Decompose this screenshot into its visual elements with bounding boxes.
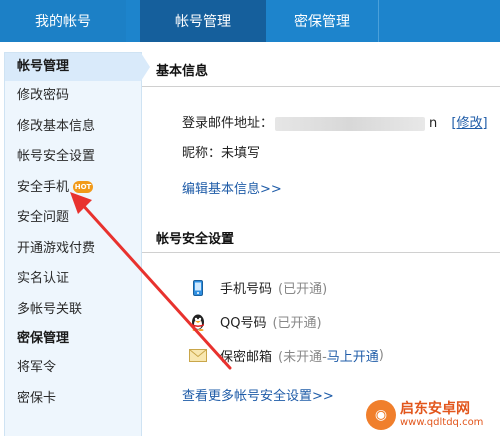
security-row-label: 手机号码: [220, 282, 273, 297]
security-row-label: QQ号码: [220, 316, 267, 331]
watermark-logo-icon: ◉: [366, 399, 396, 430]
sidebar-item-security-card[interactable]: 密保卡: [5, 384, 141, 415]
watermark-title: 启东安卓网: [400, 400, 470, 417]
sidebar-section-account-management[interactable]: 帐号管理: [5, 53, 150, 81]
watermark-url: www.qdltdq.com: [400, 416, 484, 428]
qq-penguin-icon: [188, 313, 208, 331]
email-label: 登录邮件地址：: [182, 116, 274, 131]
sidebar-item-enable-game-payment[interactable]: 开通游戏付费: [5, 234, 141, 265]
watermark: ◉ 启东安卓网 www.qdltdq.com: [366, 393, 500, 436]
sidebar-item-real-name-auth[interactable]: 实名认证: [5, 264, 141, 295]
security-row-email: 保密邮箱 (未开通- 马上开通): [188, 346, 384, 365]
nickname-row: 昵称：未填写: [182, 146, 261, 161]
section-divider: [142, 86, 500, 87]
sidebar-item-token[interactable]: 将军令: [5, 353, 141, 384]
basic-info-title: 基本信息: [156, 64, 209, 79]
security-row-label: 保密邮箱: [220, 350, 273, 365]
security-row-qq: QQ号码 (已开通): [188, 312, 322, 331]
sidebar-item-multi-account-link[interactable]: 多帐号关联: [5, 295, 141, 326]
security-row-status-prefix: (未开通-: [278, 350, 327, 365]
security-row-status: (已开通): [278, 282, 328, 297]
sidebar-item-security-question[interactable]: 安全问题: [5, 203, 141, 234]
sidebar-section-security-management[interactable]: 密保管理: [5, 325, 141, 353]
security-row-status-suffix: ): [378, 348, 384, 363]
masked-email-value: [275, 116, 426, 131]
sidebar-item-edit-basic-info[interactable]: 修改基本信息: [5, 112, 141, 143]
mobile-phone-icon: [188, 279, 208, 297]
account-security-title: 帐号安全设置: [156, 232, 235, 247]
sidebar-item-change-password[interactable]: 修改密码: [5, 81, 141, 112]
sidebar-item-security-phone[interactable]: 安全手机 HOT: [5, 173, 141, 204]
main-content: 基本信息 登录邮件地址： n [修改] 昵称：未填写 编辑基本信息>> 帐号安全设…: [142, 52, 500, 436]
security-row-phone: 手机号码 (已开通): [188, 278, 327, 297]
sidebar-item-account-security[interactable]: 帐号安全设置: [5, 142, 141, 173]
email-tail: n: [429, 116, 438, 131]
sidebar-item-label: 安全手机: [17, 179, 70, 195]
top-navigation: 我的帐号 帐号管理 密保管理: [0, 0, 500, 42]
tab-account-management[interactable]: 帐号管理: [140, 0, 266, 42]
tab-security-management[interactable]: 密保管理: [266, 0, 378, 42]
envelope-icon: [188, 347, 208, 365]
enable-now-link[interactable]: 马上开通: [327, 346, 379, 365]
security-row-status: (已开通): [272, 316, 322, 331]
sidebar: 帐号管理 修改密码 修改基本信息 帐号安全设置 安全手机 HOT 安全问题 开通游…: [4, 52, 150, 436]
section-divider: [142, 252, 500, 253]
modify-email-link[interactable]: [修改]: [451, 116, 487, 131]
edit-basic-info-link[interactable]: 编辑基本信息>>: [182, 178, 282, 197]
tab-my-account[interactable]: 我的帐号: [0, 0, 126, 42]
hot-badge: HOT: [73, 181, 94, 193]
email-row: 登录邮件地址： n [修改]: [182, 112, 488, 131]
nav-divider: [378, 0, 379, 42]
more-security-settings-link[interactable]: 查看更多帐号安全设置>>: [182, 385, 334, 404]
